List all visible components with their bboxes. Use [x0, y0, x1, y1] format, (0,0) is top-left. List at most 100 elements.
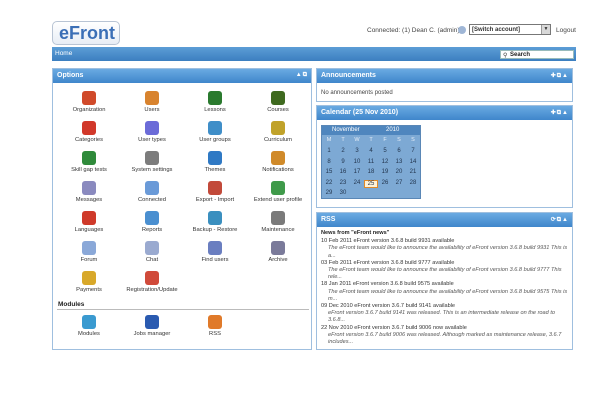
option-label[interactable]: Skill gap tests [56, 167, 122, 173]
extend-profile-icon[interactable] [271, 181, 285, 195]
rss-item-title[interactable]: 18 Jan 2011 eFront version 3.6.8 build 9… [321, 281, 568, 288]
option-label[interactable]: Reports [119, 227, 185, 233]
option-label[interactable]: Extend user profile [245, 197, 311, 203]
option-label[interactable]: Notifications [245, 167, 311, 173]
option-item[interactable]: Connected [119, 181, 185, 203]
option-item[interactable]: Organization [56, 91, 122, 113]
rss-item-title[interactable]: 09 Dec 2010 eFront version 3.6.7 build 9… [321, 303, 568, 310]
calendar-day[interactable]: 6 [392, 148, 406, 154]
calendar-day[interactable]: 1 [322, 148, 336, 154]
option-label[interactable]: Connected [119, 197, 185, 203]
calendar-day[interactable]: 14 [406, 159, 420, 165]
calendar-day[interactable]: 3 [350, 148, 364, 154]
lessons-icon[interactable] [208, 91, 222, 105]
messages-icon[interactable] [82, 181, 96, 195]
option-item[interactable]: RSS [182, 315, 248, 337]
calendar-day[interactable]: 10 [350, 159, 364, 165]
option-item[interactable]: Forum [56, 241, 122, 263]
option-item[interactable]: Registration/Update [119, 271, 185, 293]
archive-icon[interactable] [271, 241, 285, 255]
option-item[interactable]: Export - Import [182, 181, 248, 203]
chevron-down-icon[interactable]: ▼ [541, 25, 550, 34]
option-label[interactable]: Curriculum [245, 137, 311, 143]
calendar-day[interactable]: 22 [322, 180, 336, 186]
curriculum-icon[interactable] [271, 121, 285, 135]
calendar-day[interactable]: 8 [322, 159, 336, 165]
jobs-icon[interactable] [145, 315, 159, 329]
user-groups-icon[interactable] [208, 121, 222, 135]
rss-icon[interactable] [208, 315, 222, 329]
settings-icon[interactable] [145, 151, 159, 165]
find-users-icon[interactable] [208, 241, 222, 255]
panel-tools-icon[interactable]: ✚⧉▲ [551, 109, 569, 117]
rss-item-title[interactable]: 10 Feb 2011 eFront version 3.6.8 build 9… [321, 238, 568, 245]
connected-icon[interactable] [145, 181, 159, 195]
option-label[interactable]: Modules [56, 331, 122, 337]
notifications-icon[interactable] [271, 151, 285, 165]
option-item[interactable]: Maintenance [245, 211, 311, 233]
calendar-day[interactable]: 4 [364, 148, 378, 154]
users-icon[interactable] [145, 91, 159, 105]
option-item[interactable]: Find users [182, 241, 248, 263]
switch-account-select[interactable]: [Switch account] ▼ [469, 24, 551, 35]
reports-icon[interactable] [145, 211, 159, 225]
payments-icon[interactable] [82, 271, 96, 285]
calendar-day[interactable]: 20 [392, 169, 406, 175]
calendar-day[interactable]: 9 [336, 159, 350, 165]
panel-tools-icon[interactable]: ▲⧉ [296, 72, 308, 79]
option-label[interactable]: User types [119, 137, 185, 143]
rss-item-title[interactable]: 22 Nov 2010 eFront version 3.6.7 build 9… [321, 325, 568, 332]
option-item[interactable]: Skill gap tests [56, 151, 122, 173]
option-label[interactable]: Backup - Restore [182, 227, 248, 233]
option-label[interactable]: Themes [182, 167, 248, 173]
option-label[interactable]: Jobs manager [119, 331, 185, 337]
calendar-day[interactable]: 25 [364, 179, 378, 188]
option-label[interactable]: Messages [56, 197, 122, 203]
calendar-day[interactable]: 7 [406, 148, 420, 154]
option-label[interactable]: Export - Import [182, 197, 248, 203]
calendar-day[interactable]: 30 [336, 190, 350, 196]
option-item[interactable]: Users [119, 91, 185, 113]
forum-icon[interactable] [82, 241, 96, 255]
option-label[interactable]: RSS [182, 331, 248, 337]
option-item[interactable]: Archive [245, 241, 311, 263]
option-item[interactable]: Notifications [245, 151, 311, 173]
home-link[interactable]: Home [55, 50, 72, 57]
calendar-year[interactable]: 2010 [386, 127, 399, 133]
option-label[interactable]: Lessons [182, 107, 248, 113]
option-item[interactable]: Chat [119, 241, 185, 263]
option-item[interactable]: Payments [56, 271, 122, 293]
rss-item-title[interactable]: 03 Feb 2011 eFront version 3.6.8 build 9… [321, 260, 568, 267]
calendar-day[interactable]: 15 [322, 169, 336, 175]
calendar-day[interactable]: 2 [336, 148, 350, 154]
languages-icon[interactable] [82, 211, 96, 225]
user-types-icon[interactable] [145, 121, 159, 135]
themes-icon[interactable] [208, 151, 222, 165]
export-import-icon[interactable] [208, 181, 222, 195]
option-label[interactable]: System settings [119, 167, 185, 173]
calendar-day[interactable]: 26 [378, 180, 392, 186]
calendar-day[interactable]: 19 [378, 169, 392, 175]
calendar-day[interactable]: 11 [364, 159, 378, 165]
calendar-day[interactable]: 28 [406, 180, 420, 186]
option-item[interactable]: Courses [245, 91, 311, 113]
option-label[interactable]: Registration/Update [119, 287, 185, 293]
registration-icon[interactable] [145, 271, 159, 285]
option-label[interactable]: Maintenance [245, 227, 311, 233]
maintenance-icon[interactable] [271, 211, 285, 225]
courses-icon[interactable] [271, 91, 285, 105]
option-label[interactable]: Organization [56, 107, 122, 113]
calendar-day[interactable]: 27 [392, 180, 406, 186]
option-label[interactable]: Payments [56, 287, 122, 293]
option-item[interactable]: Languages [56, 211, 122, 233]
option-item[interactable]: User groups [182, 121, 248, 143]
calendar-day[interactable]: 23 [336, 180, 350, 186]
option-label[interactable]: Users [119, 107, 185, 113]
calendar-day[interactable]: 18 [364, 169, 378, 175]
option-item[interactable]: Messages [56, 181, 122, 203]
option-item[interactable]: Categories [56, 121, 122, 143]
calendar-day[interactable]: 21 [406, 169, 420, 175]
option-label[interactable]: Courses [245, 107, 311, 113]
option-item[interactable]: Extend user profile [245, 181, 311, 203]
option-label[interactable]: User groups [182, 137, 248, 143]
